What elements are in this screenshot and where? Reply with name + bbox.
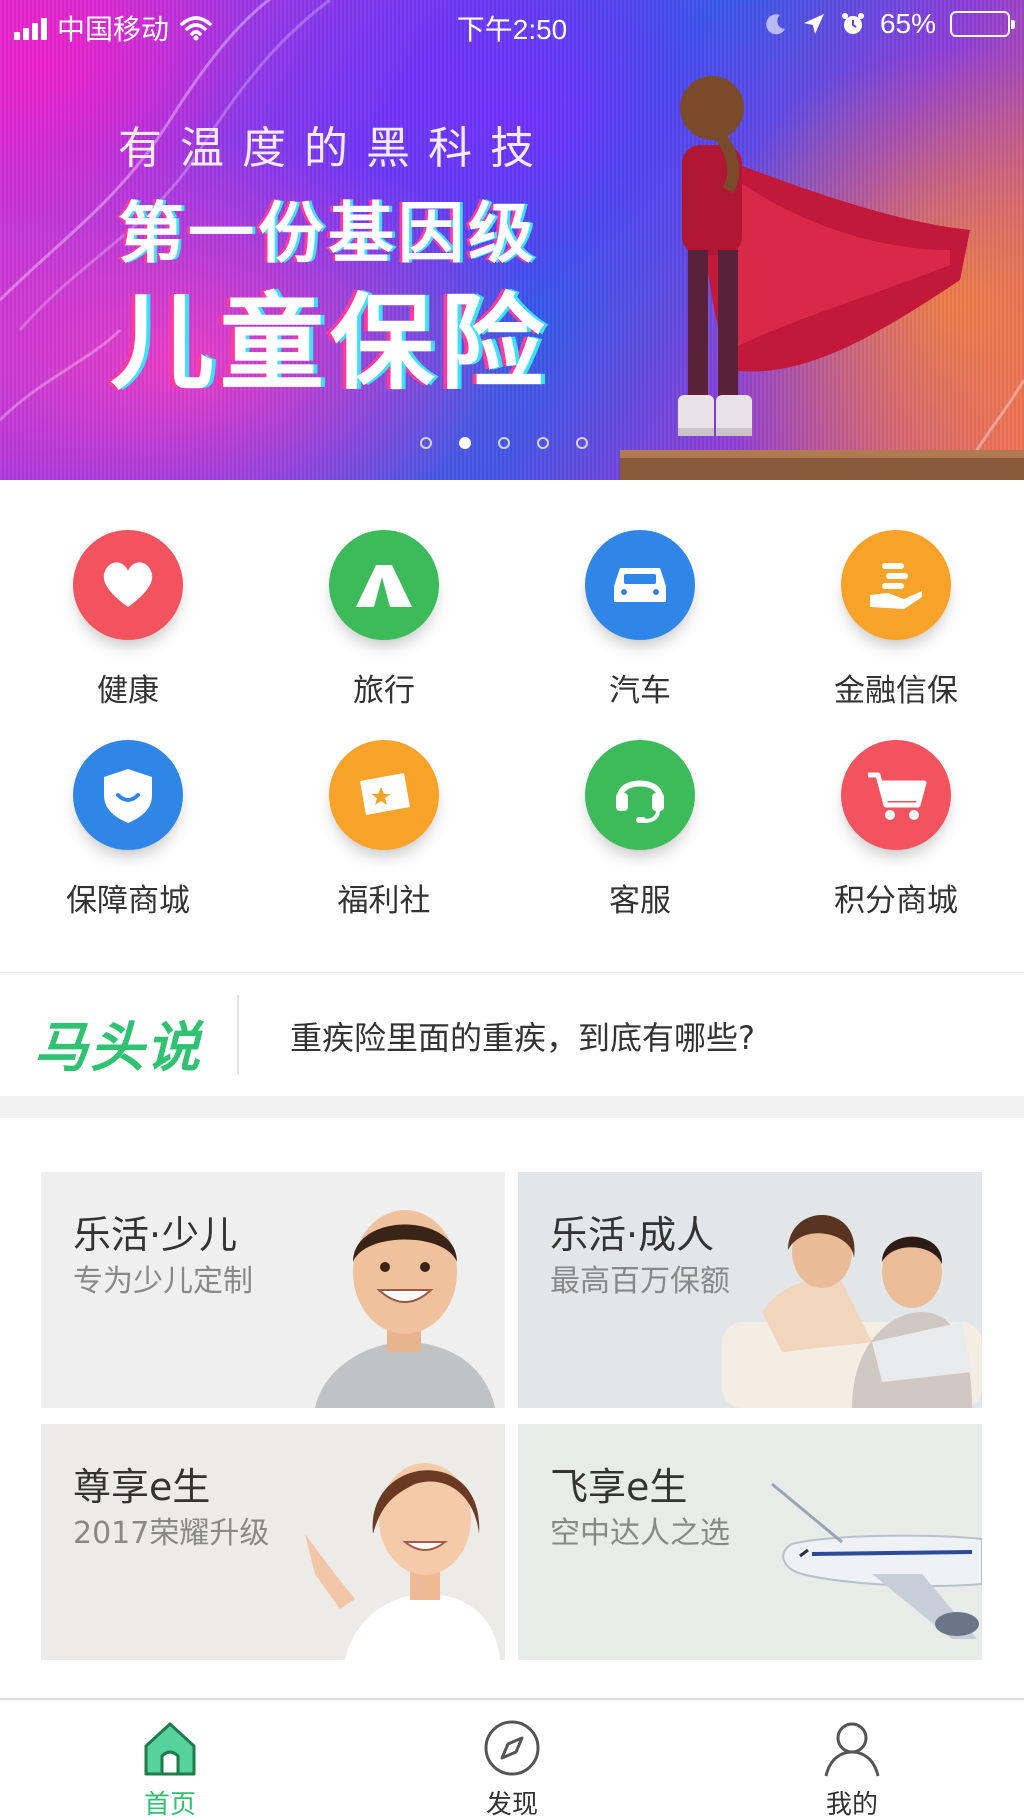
tab-mine[interactable]: 我的 — [752, 1700, 952, 1820]
caped-child-illustration — [620, 76, 1024, 480]
news-ticker[interactable]: 马头说 重疾险里面的重疾，到底有哪些? — [0, 972, 1024, 1096]
product-card-adult[interactable]: 乐活·成人 最高百万保额 — [518, 1172, 982, 1408]
category-health[interactable]: 健康 — [0, 480, 256, 709]
carousel-dot[interactable] — [420, 437, 432, 449]
news-brand-logo: 马头说 — [34, 1016, 202, 1079]
product-title: 乐活·少儿 — [73, 1213, 238, 1257]
shield-icon — [104, 769, 152, 823]
car-icon — [614, 568, 666, 602]
headset-icon — [616, 780, 664, 823]
ticket-icon — [360, 773, 410, 815]
location-arrow-icon — [803, 14, 824, 34]
cart-icon — [868, 772, 927, 820]
category-car-circle — [585, 530, 695, 640]
category-health-circle — [73, 530, 183, 640]
product-card-flight[interactable]: 飞享e生 空中达人之选 — [518, 1424, 982, 1660]
banner-tagline: 有温度的黑科技 — [118, 123, 552, 174]
tab-discover[interactable]: 发现 — [412, 1700, 612, 1820]
category-travel-circle — [329, 530, 439, 640]
status-bar: 中国移动 下午2:50 65% — [0, 0, 1024, 50]
category-travel[interactable]: 旅行 — [256, 480, 512, 709]
category-points-mall[interactable]: 积分商城 — [768, 690, 1024, 919]
product-subtitle: 空中达人之选 — [550, 1516, 730, 1551]
battery-icon — [950, 11, 1015, 37]
product-subtitle: 2017荣耀升级 — [73, 1516, 270, 1551]
carousel-dot[interactable] — [576, 437, 588, 449]
category-points-mall-circle — [841, 740, 951, 850]
category-finance-circle — [841, 530, 951, 640]
category-label: 积分商城 — [834, 883, 958, 919]
hand-coins-icon — [870, 563, 922, 609]
couple-laptop-photo — [722, 1214, 982, 1408]
category-grid: 健康 旅行 汽车 金融信保 保障商城 福利社 客服 积分商城 — [0, 480, 1024, 970]
product-card-premium[interactable]: 尊享e生 2017荣耀升级 — [41, 1424, 505, 1660]
category-car[interactable]: 汽车 — [512, 480, 768, 709]
carousel-dot[interactable] — [498, 437, 510, 449]
category-shop[interactable]: 保障商城 — [0, 690, 256, 919]
smiling-boy-photo — [315, 1210, 495, 1408]
tab-label: 发现 — [485, 1790, 538, 1820]
category-service[interactable]: 客服 — [512, 690, 768, 919]
news-divider — [237, 995, 239, 1075]
product-title: 乐活·成人 — [550, 1213, 715, 1257]
section-divider — [0, 1096, 1024, 1118]
product-card-kids[interactable]: 乐活·少儿 专为少儿定制 — [41, 1172, 505, 1408]
hero-banner[interactable]: 有温度的黑科技 第一份基因级 儿童保险 — [0, 0, 1024, 480]
category-shop-circle — [73, 740, 183, 850]
home-icon — [144, 1722, 196, 1776]
category-label: 客服 — [609, 883, 671, 919]
news-headline[interactable]: 重疾险里面的重疾，到底有哪些? — [290, 1013, 755, 1059]
category-label: 保障商城 — [66, 883, 190, 919]
bottom-tab-bar: 首页 发现 我的 — [0, 1698, 1024, 1820]
product-title: 尊享e生 — [73, 1465, 211, 1509]
carousel-indicator — [420, 437, 588, 449]
category-label: 福利社 — [337, 883, 431, 919]
category-finance[interactable]: 金融信保 — [768, 480, 1024, 709]
heart-icon — [103, 562, 153, 607]
woman-pointing-photo — [305, 1463, 500, 1660]
battery-percentage: 65% — [879, 8, 936, 39]
airplane-photo — [771, 1482, 982, 1639]
tent-icon — [356, 565, 412, 607]
banner-title: 儿童保险 — [110, 282, 551, 404]
product-subtitle: 最高百万保额 — [550, 1264, 730, 1299]
compass-icon — [484, 1720, 540, 1776]
tab-label: 我的 — [825, 1790, 878, 1820]
tab-home[interactable]: 首页 — [70, 1700, 270, 1820]
category-service-circle — [585, 740, 695, 850]
tab-label: 首页 — [143, 1790, 196, 1820]
carousel-dot-active[interactable] — [459, 437, 471, 449]
product-subtitle: 专为少儿定制 — [73, 1264, 253, 1299]
product-title: 飞享e生 — [550, 1465, 688, 1509]
user-icon — [824, 1722, 880, 1777]
moon-icon — [766, 14, 785, 35]
category-welfare-circle — [329, 740, 439, 850]
carousel-dot[interactable] — [537, 437, 549, 449]
alarm-icon — [841, 13, 864, 34]
category-welfare[interactable]: 福利社 — [256, 690, 512, 919]
